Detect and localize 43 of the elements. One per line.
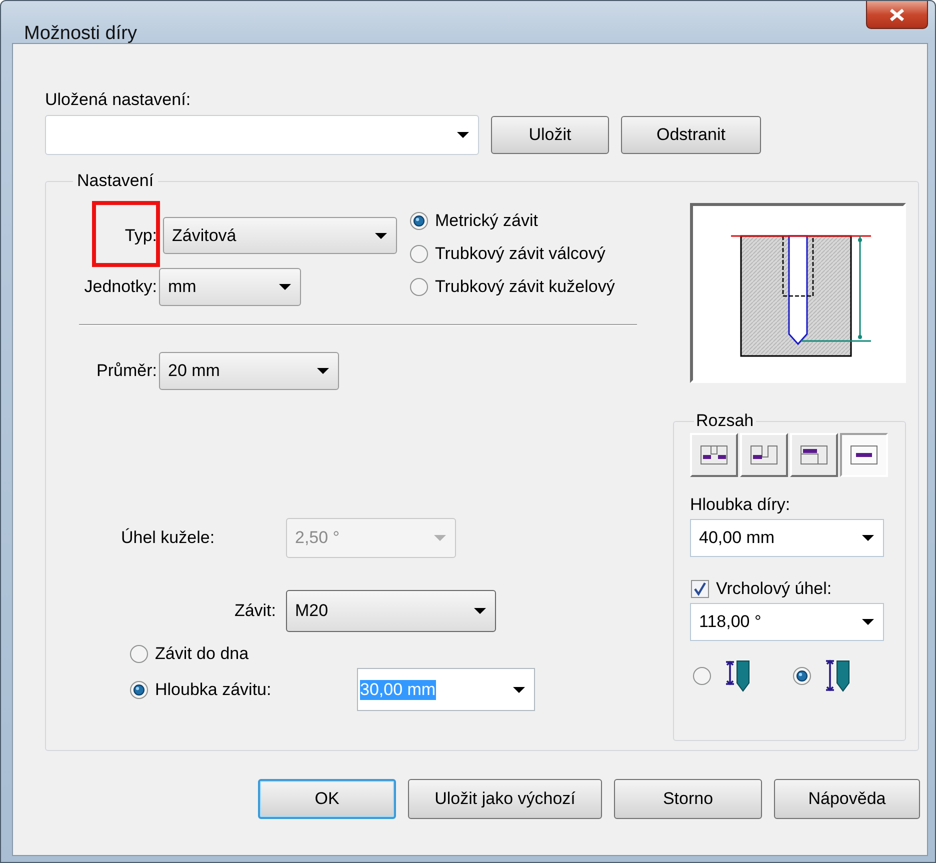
radio-option[interactable]: Závit do dna (129, 644, 661, 664)
caret-icon (473, 607, 487, 615)
field-label: Jednotky: (83, 277, 158, 297)
radio-option[interactable]: Trubkový závit kuželový (409, 277, 615, 297)
thread-combo[interactable]: M20 (286, 590, 496, 632)
checkbox-option[interactable]: Vrcholový úhel: (690, 579, 888, 599)
window-title: Možnosti díry (24, 23, 137, 45)
hole-depth-combo[interactable]: 40,00 mm (690, 519, 884, 557)
close-button[interactable] (866, 1, 928, 29)
radio-option[interactable]: Metrický závit (409, 211, 615, 231)
field-label: Typ: (124, 226, 158, 246)
radio-option[interactable] (692, 659, 752, 693)
group-title: Rozsah (695, 411, 755, 431)
button[interactable]: Uložit (491, 116, 609, 154)
caret-icon (433, 534, 447, 542)
field-value: 30,00 mm (360, 680, 436, 700)
caret-icon (861, 534, 875, 542)
button[interactable]: Nápověda (774, 779, 920, 819)
type-combo[interactable]: Závitová (163, 217, 397, 254)
field-label: Průměr: (96, 361, 158, 381)
button[interactable]: OK (258, 779, 396, 819)
extent-option-button[interactable] (840, 433, 888, 477)
radio-option[interactable]: Trubkový závit válcový (409, 244, 615, 264)
caret-icon (456, 131, 470, 139)
radio-option[interactable]: Hloubka závitu: (129, 680, 357, 700)
units-combo[interactable]: mm (159, 268, 301, 306)
button[interactable]: Storno (614, 779, 762, 819)
caret-icon (316, 367, 330, 375)
caret-icon (861, 618, 875, 626)
close-icon (889, 8, 905, 22)
caret-icon (512, 686, 526, 694)
tip-angle-combo[interactable]: 118,00 ° (690, 603, 884, 641)
caret-icon (278, 283, 292, 291)
radio-option[interactable] (792, 659, 852, 693)
diameter-combo[interactable]: 20 mm (159, 352, 339, 390)
field-label: Úhel kužele: (121, 528, 216, 548)
field-label: Závit: (233, 601, 277, 621)
button[interactable]: Odstranit (621, 116, 761, 154)
field-label: Hloubka díry: (690, 495, 792, 515)
button[interactable]: Uložit jako výchozí (408, 779, 602, 819)
caret-icon (374, 232, 388, 240)
field-label: Uložená nastavení: (45, 90, 192, 110)
group-title: Nastavení (76, 171, 155, 191)
